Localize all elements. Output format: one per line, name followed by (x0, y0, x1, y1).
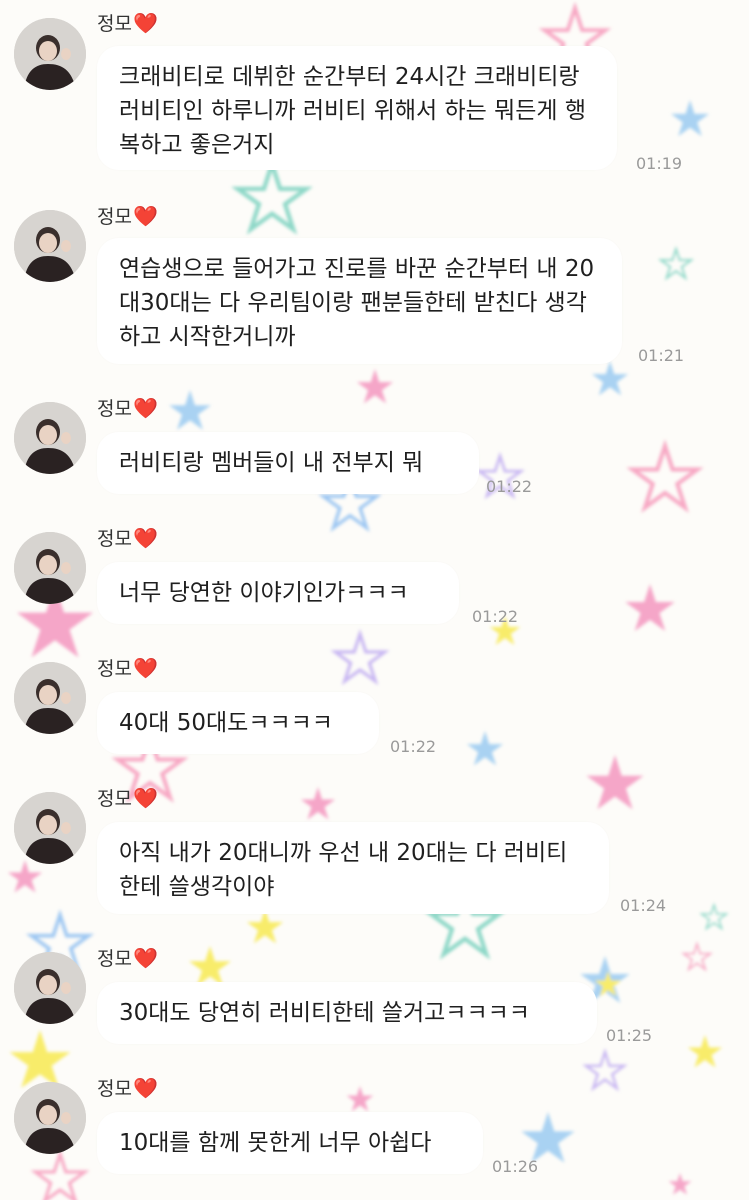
profile-photo-icon (14, 952, 86, 1024)
message-time: 01:26 (492, 1157, 539, 1176)
profile-photo-icon (14, 532, 86, 604)
heart-icon: ❤️ (132, 1076, 158, 1100)
avatar[interactable] (14, 1082, 86, 1154)
message-text: 아직 내가 20대니까 우선 내 20대는 다 러비티한테 쓸생각이야 (119, 840, 568, 900)
sender-name: 정모 (97, 528, 132, 550)
heart-icon: ❤️ (132, 11, 158, 35)
heart-icon: ❤️ (132, 396, 158, 420)
heart-icon: ❤️ (132, 526, 158, 550)
message-bubble[interactable]: 크래비티로 데뷔한 순간부터 24시간 크래비티랑 러비티인 하루니까 러비티 … (97, 46, 617, 170)
message-text: 40대 50대도ㅋㅋㅋㅋ (119, 710, 333, 736)
avatar[interactable] (14, 792, 86, 864)
sender-name: 정모 (97, 948, 132, 970)
message-text: 너무 당연한 이야기인가ㅋㅋㅋ (119, 580, 409, 606)
message-time: 01:19 (636, 154, 683, 173)
message-bubble[interactable]: 40대 50대도ㅋㅋㅋㅋ (97, 692, 379, 754)
profile-photo-icon (14, 792, 86, 864)
avatar[interactable] (14, 210, 86, 282)
sender-name: 정모 (97, 398, 132, 420)
avatar[interactable] (14, 402, 86, 474)
profile-photo-icon (14, 1082, 86, 1154)
avatar[interactable] (14, 18, 86, 90)
message-bubble[interactable]: 너무 당연한 이야기인가ㅋㅋㅋ (97, 562, 459, 624)
message-text: 크래비티로 데뷔한 순간부터 24시간 크래비티랑 러비티인 하루니까 러비티 … (119, 64, 587, 158)
message-text: 30대도 당연히 러비티한테 쓸거고ㅋㅋㅋㅋ (119, 1000, 530, 1026)
sender-name: 정모 (97, 658, 132, 680)
sender-name: 정모 (97, 1078, 132, 1100)
message-time: 01:22 (472, 607, 519, 626)
heart-icon: ❤️ (132, 786, 158, 810)
sender-name: 정모 (97, 788, 132, 810)
message-text: 러비티랑 멤버들이 내 전부지 뭐 (119, 450, 424, 476)
message-bubble[interactable]: 연습생으로 들어가고 진로를 바꾼 순간부터 내 20대30대는 다 우리팀이랑… (97, 238, 622, 364)
profile-photo-icon (14, 18, 86, 90)
message-time: 01:21 (638, 346, 685, 365)
message-time: 01:22 (486, 477, 533, 496)
message-text: 연습생으로 들어가고 진로를 바꾼 순간부터 내 20대30대는 다 우리팀이랑… (119, 256, 595, 350)
message-bubble[interactable]: 러비티랑 멤버들이 내 전부지 뭐 (97, 432, 479, 494)
message-bubble[interactable]: 10대를 함께 못한게 너무 아쉽다 (97, 1112, 483, 1174)
message-bubble[interactable]: 30대도 당연히 러비티한테 쓸거고ㅋㅋㅋㅋ (97, 982, 597, 1044)
sender-name: 정모 (97, 13, 132, 35)
heart-icon: ❤️ (132, 656, 158, 680)
heart-icon: ❤️ (132, 946, 158, 970)
sender-name: 정모 (97, 206, 132, 228)
message-text: 10대를 함께 못한게 너무 아쉽다 (119, 1130, 432, 1156)
profile-photo-icon (14, 402, 86, 474)
avatar[interactable] (14, 532, 86, 604)
message-time: 01:25 (606, 1026, 653, 1045)
avatar[interactable] (14, 952, 86, 1024)
message-time: 01:22 (390, 737, 437, 756)
heart-icon: ❤️ (132, 204, 158, 228)
message-time: 01:24 (620, 896, 667, 915)
avatar[interactable] (14, 662, 86, 734)
profile-photo-icon (14, 210, 86, 282)
message-bubble[interactable]: 아직 내가 20대니까 우선 내 20대는 다 러비티한테 쓸생각이야 (97, 822, 609, 914)
profile-photo-icon (14, 662, 86, 734)
